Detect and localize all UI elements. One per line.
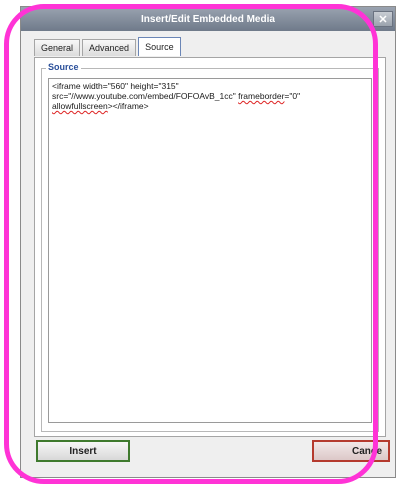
close-icon: ✕ bbox=[378, 13, 388, 26]
tab-source-label: Source bbox=[145, 42, 174, 52]
cancel-button-label: Cance bbox=[351, 445, 382, 457]
source-legend: Source bbox=[46, 62, 81, 72]
tab-source[interactable]: Source bbox=[138, 37, 181, 56]
tab-bar: General Advanced Source bbox=[34, 37, 181, 57]
tab-advanced[interactable]: Advanced bbox=[82, 39, 137, 56]
source-code-textarea[interactable]: <iframe width="560" height="315" src="//… bbox=[48, 78, 372, 423]
code-text-2: ="0" bbox=[284, 91, 301, 101]
insert-button-label: Insert bbox=[69, 445, 97, 457]
source-panel: Source <iframe width="560" height="315" … bbox=[34, 57, 386, 437]
dialog-title: Insert/Edit Embedded Media bbox=[141, 13, 275, 25]
code-text-1: <iframe width="560" height="315" src="//… bbox=[52, 81, 236, 101]
code-frameborder: frameborder bbox=[238, 91, 285, 101]
tab-advanced-label: Advanced bbox=[89, 43, 130, 53]
dialog-titlebar[interactable]: Insert/Edit Embedded Media ✕ bbox=[21, 7, 395, 31]
code-text-3: ></iframe> bbox=[107, 101, 149, 111]
cancel-button[interactable]: Cance bbox=[312, 440, 390, 462]
code-allowfullscreen: allowfullscreen bbox=[52, 101, 108, 111]
source-fieldset: Source <iframe width="560" height="315" … bbox=[41, 62, 379, 432]
close-button[interactable]: ✕ bbox=[373, 11, 393, 27]
tab-general-label: General bbox=[41, 43, 74, 53]
tab-general[interactable]: General bbox=[34, 39, 81, 56]
insert-button[interactable]: Insert bbox=[36, 440, 130, 462]
